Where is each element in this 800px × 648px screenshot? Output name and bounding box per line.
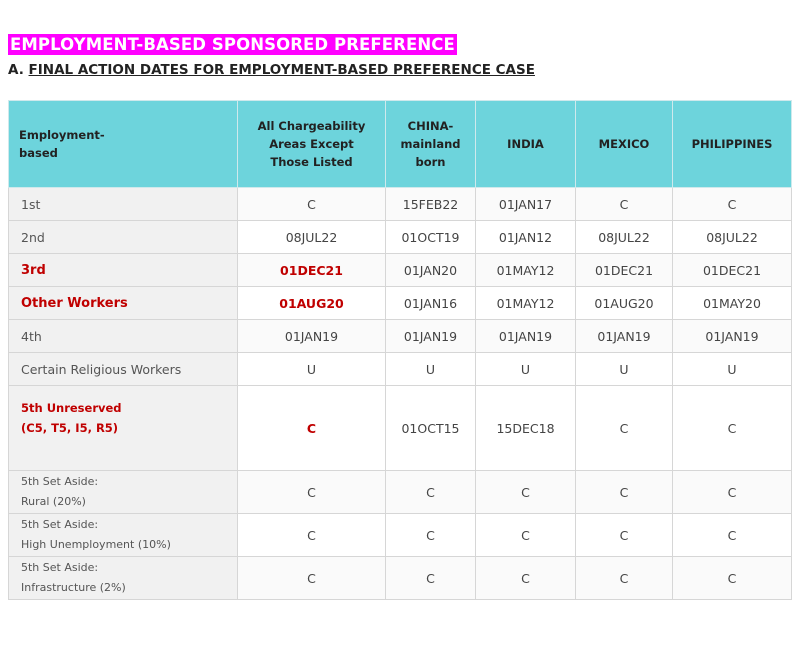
cell-india: 01JAN12 — [475, 220, 576, 254]
cell-mexico: C — [575, 187, 673, 221]
cell-india: 01JAN17 — [475, 187, 576, 221]
cell-china: C — [385, 470, 476, 514]
header-china: CHINA- mainland born — [385, 100, 476, 188]
cell-philippines: 01MAY20 — [672, 286, 792, 320]
cell-philippines: C — [672, 513, 792, 557]
row-label: 1st — [8, 187, 238, 221]
cell-all-areas: C — [237, 513, 386, 557]
cell-philippines: C — [672, 187, 792, 221]
cell-india: 01JAN19 — [475, 319, 576, 353]
cell-philippines: 01JAN19 — [672, 319, 792, 353]
cell-china: 01JAN19 — [385, 319, 476, 353]
table-row: 2nd 08JUL22 01OCT19 01JAN12 08JUL22 08JU… — [8, 220, 792, 254]
cell-china: 01JAN16 — [385, 286, 476, 320]
cell-mexico: 01DEC21 — [575, 253, 673, 287]
cell-all-areas: C — [237, 187, 386, 221]
cell-mexico: C — [575, 513, 673, 557]
row-label: 5th Unreserved (C5, T5, I5, R5) — [8, 385, 238, 471]
subtitle-text: FINAL ACTION DATES FOR EMPLOYMENT-BASED … — [28, 62, 535, 78]
cell-mexico: C — [575, 556, 673, 600]
cell-philippines: U — [672, 352, 792, 386]
cell-all-areas: C — [237, 470, 386, 514]
cell-india: C — [475, 556, 576, 600]
header-employment-based: Employment- based — [8, 100, 238, 188]
cell-india: 01MAY12 — [475, 253, 576, 287]
cell-mexico: 01JAN19 — [575, 319, 673, 353]
cell-china: 01OCT19 — [385, 220, 476, 254]
cell-philippines: C — [672, 385, 792, 471]
cell-mexico: 01AUG20 — [575, 286, 673, 320]
row-label: 5th Set Aside: Rural (20%) — [8, 470, 238, 514]
cell-china: 15FEB22 — [385, 187, 476, 221]
final-action-dates-table: Employment- based All Chargeability Area… — [8, 100, 792, 600]
table-row: 5th Set Aside: Rural (20%) C C C C C — [8, 470, 792, 514]
cell-all-areas: C — [237, 385, 386, 471]
cell-china: U — [385, 352, 476, 386]
cell-india: C — [475, 470, 576, 514]
header-all-chargeability: All Chargeability Areas Except Those Lis… — [237, 100, 386, 188]
subtitle-prefix: A. — [8, 62, 24, 78]
table-row: 1st C 15FEB22 01JAN17 C C — [8, 187, 792, 221]
cell-philippines: 08JUL22 — [672, 220, 792, 254]
table-row: 4th 01JAN19 01JAN19 01JAN19 01JAN19 01JA… — [8, 319, 792, 353]
cell-mexico: C — [575, 385, 673, 471]
table-row: Certain Religious Workers U U U U U — [8, 352, 792, 386]
table-row: 3rd 01DEC21 01JAN20 01MAY12 01DEC21 01DE… — [8, 253, 792, 287]
cell-all-areas: U — [237, 352, 386, 386]
header-india: INDIA — [475, 100, 576, 188]
header-philippines: PHILIPPINES — [672, 100, 792, 188]
cell-china: C — [385, 513, 476, 557]
page-title: EMPLOYMENT-BASED SPONSORED PREFERENCE — [8, 34, 457, 55]
row-label: Certain Religious Workers — [8, 352, 238, 386]
row-label: Other Workers — [8, 286, 238, 320]
header-mexico: MEXICO — [575, 100, 673, 188]
cell-mexico: U — [575, 352, 673, 386]
section-subtitle: A. FINAL ACTION DATES FOR EMPLOYMENT-BAS… — [8, 62, 535, 78]
cell-india: U — [475, 352, 576, 386]
table-header-row: Employment- based All Chargeability Area… — [8, 100, 792, 188]
table-row: Other Workers 01AUG20 01JAN16 01MAY12 01… — [8, 286, 792, 320]
table-row: 5th Set Aside: Infrastructure (2%) C C C… — [8, 556, 792, 600]
cell-mexico: C — [575, 470, 673, 514]
cell-china: 01OCT15 — [385, 385, 476, 471]
cell-philippines: C — [672, 556, 792, 600]
cell-all-areas: 01DEC21 — [237, 253, 386, 287]
row-label: 3rd — [8, 253, 238, 287]
cell-china: C — [385, 556, 476, 600]
table-row: 5th Unreserved (C5, T5, I5, R5) C 01OCT1… — [8, 385, 792, 471]
cell-india: C — [475, 513, 576, 557]
cell-mexico: 08JUL22 — [575, 220, 673, 254]
cell-philippines: C — [672, 470, 792, 514]
row-label: 5th Set Aside: Infrastructure (2%) — [8, 556, 238, 600]
cell-all-areas: 01AUG20 — [237, 286, 386, 320]
table-row: 5th Set Aside: High Unemployment (10%) C… — [8, 513, 792, 557]
cell-all-areas: 01JAN19 — [237, 319, 386, 353]
cell-all-areas: C — [237, 556, 386, 600]
row-label: 4th — [8, 319, 238, 353]
row-label: 2nd — [8, 220, 238, 254]
cell-china: 01JAN20 — [385, 253, 476, 287]
cell-philippines: 01DEC21 — [672, 253, 792, 287]
cell-india: 01MAY12 — [475, 286, 576, 320]
cell-india: 15DEC18 — [475, 385, 576, 471]
cell-all-areas: 08JUL22 — [237, 220, 386, 254]
row-label: 5th Set Aside: High Unemployment (10%) — [8, 513, 238, 557]
